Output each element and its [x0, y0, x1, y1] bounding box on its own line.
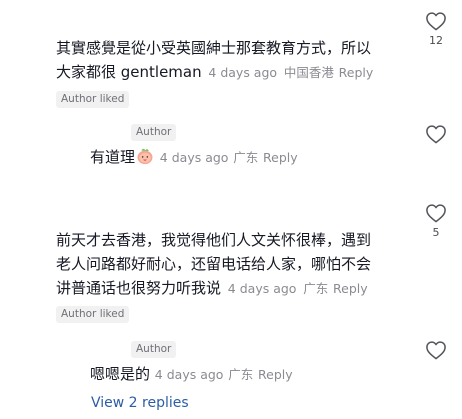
peach-face-emoji-icon — [137, 148, 153, 165]
reply-1-reply-button[interactable]: Reply — [263, 150, 298, 165]
reply-1-location: 广东 — [233, 150, 259, 165]
reply-2-reply-button[interactable]: Reply — [258, 367, 293, 382]
reply-1-text: 有道理 — [90, 148, 136, 166]
comment-2-author-liked-badge: Author liked — [56, 306, 130, 323]
comment-2-text-line-1: 前天才去香港，我觉得他们人文关怀很棒，遇到 — [56, 231, 372, 249]
reply-1-like[interactable] — [421, 124, 451, 144]
reply-1-author-pill: Author — [131, 124, 177, 141]
comment-2-text-line-2: 老人问路都好耐心，还留电话给人家，哪怕不会 — [56, 255, 372, 273]
comment-1: 其實感覺是從小受英國紳士那套教育方式，所以 大家都很 gentleman 4 d… — [56, 36, 406, 85]
comment-2-time: 4 days ago — [227, 281, 297, 296]
comment-1-author-liked-badge: Author liked — [56, 91, 130, 108]
comment-1-location: 中国香港 — [283, 65, 334, 80]
comment-2-like-count: 5 — [432, 226, 440, 239]
reply-2-like[interactable] — [421, 340, 451, 360]
comment-2: 前天才去香港，我觉得他们人文关怀很棒，遇到 老人问路都好耐心，还留电话给人家，哪… — [56, 228, 406, 301]
reply-2-time: 4 days ago — [154, 367, 224, 382]
heart-icon[interactable] — [425, 124, 447, 144]
reply-2: 嗯嗯是的 4 days ago 广东 Reply — [90, 363, 293, 386]
reply-1: 有道理 4 days ago 广东 Reply — [90, 146, 298, 169]
heart-icon[interactable] — [425, 340, 447, 360]
reply-2-text: 嗯嗯是的 — [90, 365, 151, 383]
comment-1-time: 4 days ago — [208, 65, 278, 80]
comment-2-reply-button[interactable]: Reply — [333, 281, 368, 296]
comment-1-text-line-2: 大家都很 gentleman — [56, 63, 202, 81]
comment-1-like[interactable]: 12 — [421, 11, 451, 47]
comment-2-like[interactable]: 5 — [421, 203, 451, 239]
reply-1-time: 4 days ago — [159, 150, 229, 165]
reply-2-author-pill: Author — [131, 341, 177, 358]
comment-2-location: 广东 — [303, 281, 329, 296]
comment-1-reply-button[interactable]: Reply — [339, 65, 374, 80]
reply-2-location: 广东 — [228, 367, 254, 382]
comment-1-like-count: 12 — [429, 34, 443, 47]
comment-2-text-line-3: 讲普通话也很努力听我说 — [56, 279, 222, 297]
heart-icon[interactable] — [425, 11, 447, 31]
view-replies-link[interactable]: View 2 replies — [91, 395, 189, 411]
heart-icon[interactable] — [425, 203, 447, 223]
comment-1-text-line-1: 其實感覺是從小受英國紳士那套教育方式，所以 — [56, 39, 372, 57]
